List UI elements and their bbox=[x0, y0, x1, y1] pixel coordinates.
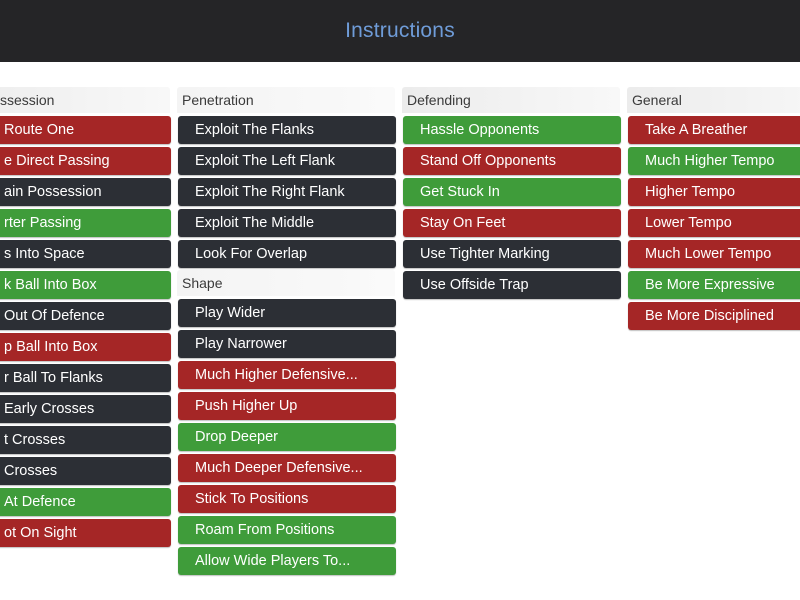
instruction-direct-passing[interactable]: e Direct Passing bbox=[0, 147, 171, 175]
instruction-be-more-expressive[interactable]: Be More Expressive bbox=[628, 271, 800, 299]
instruction-route-one[interactable]: Route One bbox=[0, 116, 171, 144]
instruction-much-lower-tempo[interactable]: Much Lower Tempo bbox=[628, 240, 800, 268]
instruction-stand-off-opponents[interactable]: Stand Off Opponents bbox=[403, 147, 621, 175]
instruction-push-higher-up[interactable]: Push Higher Up bbox=[178, 392, 396, 420]
column-possession: ssession Route One e Direct Passing ain … bbox=[0, 87, 171, 547]
instruction-float-crosses[interactable]: t Crosses bbox=[0, 426, 171, 454]
column-general: General Take A Breather Much Higher Temp… bbox=[627, 87, 800, 330]
column-defending: Defending Hassle Opponents Stand Off Opp… bbox=[402, 87, 621, 299]
instruction-lower-tempo[interactable]: Lower Tempo bbox=[628, 209, 800, 237]
instruction-retain-possession[interactable]: ain Possession bbox=[0, 178, 171, 206]
instruction-early-crosses[interactable]: Early Crosses bbox=[0, 395, 171, 423]
instruction-tighter-marking[interactable]: Use Tighter Marking bbox=[403, 240, 621, 268]
instruction-exploit-left-flank[interactable]: Exploit The Left Flank bbox=[178, 147, 396, 175]
instruction-hassle-opponents[interactable]: Hassle Opponents bbox=[403, 116, 621, 144]
instruction-pass-into-space[interactable]: s Into Space bbox=[0, 240, 171, 268]
instruction-play-wider[interactable]: Play Wider bbox=[178, 299, 396, 327]
instruction-play-narrower[interactable]: Play Narrower bbox=[178, 330, 396, 358]
instruction-shorter-passing[interactable]: rter Passing bbox=[0, 209, 171, 237]
instructions-page: Instructions ssession Route One e Direct… bbox=[0, 0, 800, 600]
section-title-possession: ssession bbox=[0, 87, 170, 113]
section-title-shape: Shape bbox=[177, 270, 395, 296]
instruction-work-ball-into-box[interactable]: k Ball Into Box bbox=[0, 271, 171, 299]
instruction-exploit-right-flank[interactable]: Exploit The Right Flank bbox=[178, 178, 396, 206]
instruction-much-higher-defensive-line[interactable]: Much Higher Defensive... bbox=[178, 361, 396, 389]
instruction-exploit-flanks[interactable]: Exploit The Flanks bbox=[178, 116, 396, 144]
instruction-higher-tempo[interactable]: Higher Tempo bbox=[628, 178, 800, 206]
instruction-roam-from-positions[interactable]: Roam From Positions bbox=[178, 516, 396, 544]
instruction-much-higher-tempo[interactable]: Much Higher Tempo bbox=[628, 147, 800, 175]
section-title-defending: Defending bbox=[402, 87, 620, 113]
instruction-run-at-defence[interactable]: At Defence bbox=[0, 488, 171, 516]
section-title-penetration: Penetration bbox=[177, 87, 395, 113]
instruction-shoot-on-sight[interactable]: ot On Sight bbox=[0, 519, 171, 547]
instruction-play-out-of-defence[interactable]: Out Of Defence bbox=[0, 302, 171, 330]
instruction-be-more-disciplined[interactable]: Be More Disciplined bbox=[628, 302, 800, 330]
instruction-stay-on-feet[interactable]: Stay On Feet bbox=[403, 209, 621, 237]
instruction-look-for-overlap[interactable]: Look For Overlap bbox=[178, 240, 396, 268]
instruction-much-deeper-defensive-line[interactable]: Much Deeper Defensive... bbox=[178, 454, 396, 482]
section-title-general: General bbox=[627, 87, 800, 113]
instruction-ball-to-flanks[interactable]: r Ball To Flanks bbox=[0, 364, 171, 392]
instruction-allow-wide-players[interactable]: Allow Wide Players To... bbox=[178, 547, 396, 575]
instruction-pump-ball-into-box[interactable]: p Ball Into Box bbox=[0, 333, 171, 361]
instruction-get-stuck-in[interactable]: Get Stuck In bbox=[403, 178, 621, 206]
instruction-take-a-breather[interactable]: Take A Breather bbox=[628, 116, 800, 144]
instruction-exploit-middle[interactable]: Exploit The Middle bbox=[178, 209, 396, 237]
instruction-drop-deeper[interactable]: Drop Deeper bbox=[178, 423, 396, 451]
column-penetration: Penetration Exploit The Flanks Exploit T… bbox=[177, 87, 396, 575]
header-bar: Instructions bbox=[0, 0, 800, 62]
page-title: Instructions bbox=[345, 19, 455, 42]
instruction-crosses[interactable]: Crosses bbox=[0, 457, 171, 485]
instruction-offside-trap[interactable]: Use Offside Trap bbox=[403, 271, 621, 299]
instruction-stick-to-positions[interactable]: Stick To Positions bbox=[178, 485, 396, 513]
